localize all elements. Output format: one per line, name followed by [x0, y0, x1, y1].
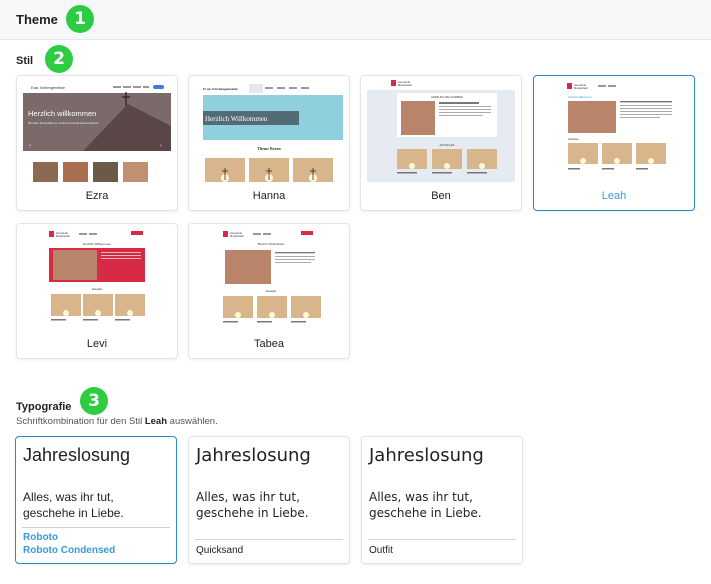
- font-sample-heading: Jahreslosung: [23, 445, 131, 465]
- font-sample-heading: Jahreslosung: [196, 445, 311, 466]
- style-section-title: Stil: [16, 55, 34, 67]
- page-title: Theme: [16, 12, 58, 27]
- ben-section: AKTUELLES: [440, 143, 455, 147]
- step-badge-3: 3: [80, 387, 108, 415]
- font-name-primary: Roboto: [23, 532, 58, 543]
- font-name-secondary: Roboto Condensed: [23, 545, 116, 556]
- leah-welcome: Herzlich willkommen: [568, 95, 592, 99]
- tabea-preview: Gemeinde Musterstadt Herzlich Willkommen…: [195, 224, 343, 330]
- leah-section: Aktuelles: [568, 137, 579, 141]
- levi-welcome: Herzlich Willkommen: [83, 242, 111, 246]
- step-badge-2: 2: [45, 45, 73, 73]
- font-option-roboto[interactable]: Jahreslosung Alles, was ihr tut, gescheh…: [15, 436, 177, 564]
- style-name-levi: Levi: [86, 338, 108, 350]
- ezra-preview: Evan. Kirchengemeinde Herzlich willkomme…: [23, 76, 171, 182]
- divider: [368, 539, 516, 540]
- typography-section-title: Typografie: [16, 401, 72, 413]
- style-card-tabea[interactable]: Gemeinde Musterstadt Herzlich Willkommen…: [188, 223, 350, 359]
- style-card-hanna[interactable]: Evan. Kirchengemeinde Herzlich Willkomme…: [188, 75, 350, 211]
- font-option-outfit[interactable]: Jahreslosung Alles, was ihr tut, gescheh…: [361, 436, 523, 564]
- style-card-ben[interactable]: Gemeinde Musterstadt HERZLICH WILLKOMMEN…: [360, 75, 522, 211]
- tabea-welcome: Herzlich Willkommen: [258, 242, 285, 246]
- svg-text:‹: ‹: [29, 143, 31, 149]
- ezra-site-name: Evan. Kirchengemeinde: [31, 86, 65, 90]
- hanna-section-title: Theme Boxen: [257, 146, 281, 151]
- style-name-tabea: Tabea: [254, 338, 284, 350]
- style-name-ben: Ben: [431, 190, 451, 202]
- font-sample-body: Alles, was ihr tut, geschehe in Liebe.: [23, 490, 124, 520]
- font-sample-body: Alles, was ihr tut, geschehe in Liebe.: [369, 490, 482, 520]
- hanna-preview: Evan. Kirchengemeinde Herzlich Willkomme…: [195, 76, 343, 182]
- typography-description: Schriftkombination für den Stil Leah aus…: [16, 416, 218, 427]
- font-sample-heading: Jahreslosung: [369, 445, 484, 466]
- divider: [195, 539, 343, 540]
- ben-org-line2: Musterstadt: [398, 83, 412, 87]
- tabea-org-line2: Musterstadt: [230, 234, 244, 238]
- typography-selected-style: Leah: [144, 416, 168, 427]
- step-badge-1: 1: [66, 5, 94, 33]
- leah-org-line2: Musterstadt: [574, 86, 588, 90]
- style-name-leah: Leah: [601, 190, 627, 202]
- style-card-leah[interactable]: Gemeinde Musterstadt Herzlich willkommen…: [533, 75, 695, 211]
- levi-section: Aktuelles: [92, 287, 103, 291]
- svg-text:›: ›: [160, 143, 162, 149]
- font-sample-body: Alles, was ihr tut, geschehe in Liebe.: [196, 490, 309, 520]
- leah-preview: Gemeinde Musterstadt Herzlich willkommen…: [540, 76, 688, 182]
- font-option-quicksand[interactable]: Jahreslosung Alles, was ihr tut, gescheh…: [188, 436, 350, 564]
- style-name-hanna: Hanna: [252, 190, 286, 202]
- ezra-hero-title: Herzlich willkommen: [28, 109, 96, 118]
- hanna-site-name: Evan. Kirchengemeinde: [203, 87, 238, 91]
- divider: [22, 527, 170, 528]
- theme-header: Theme: [0, 0, 711, 40]
- style-card-levi[interactable]: Gemeinde Musterstadt Herzlich Willkommen…: [16, 223, 178, 359]
- ben-welcome: HERZLICH WILLKOMMEN: [431, 95, 463, 99]
- tabea-section: Aktuelles: [266, 289, 277, 293]
- font-name-primary: Quicksand: [196, 545, 244, 556]
- ben-preview: Gemeinde Musterstadt HERZLICH WILLKOMMEN…: [367, 76, 515, 182]
- style-card-ezra[interactable]: Evan. Kirchengemeinde Herzlich willkomme…: [16, 75, 178, 211]
- levi-preview: Gemeinde Musterstadt Herzlich Willkommen…: [23, 224, 171, 330]
- font-name-primary: Outfit: [369, 545, 393, 556]
- hanna-hero-title: Herzlich Willkommen: [205, 115, 268, 123]
- style-name-ezra: Ezra: [85, 190, 109, 202]
- ezra-hero-subtitle: Wir laden Sie herzlich ein, unsere Gemei…: [28, 121, 100, 125]
- levi-org-line2: Musterstadt: [56, 234, 70, 238]
